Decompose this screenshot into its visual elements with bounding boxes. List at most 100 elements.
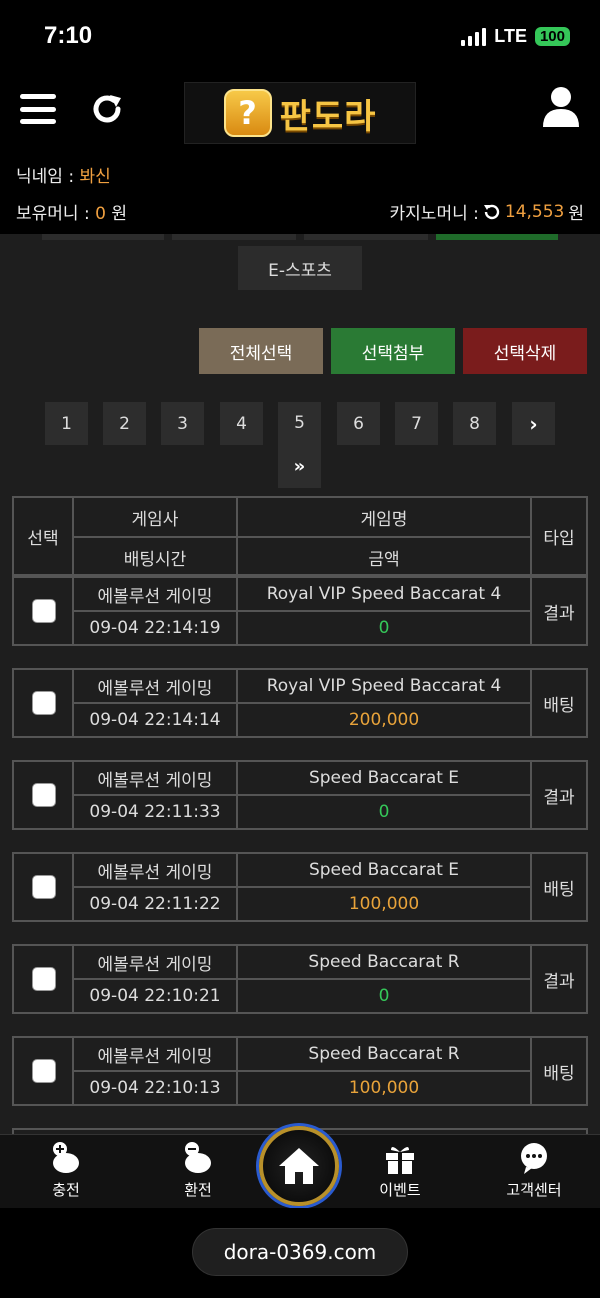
header-bet-time: 배팅시간 xyxy=(123,549,187,570)
attach-selected-button[interactable]: 선택첨부 xyxy=(331,328,455,374)
home-button[interactable] xyxy=(259,1126,339,1206)
casino-money-value: 14,553 xyxy=(504,201,565,222)
row-time: 09-04 22:14:19 xyxy=(89,618,221,638)
piggy-minus-icon xyxy=(185,1142,211,1173)
casino-refresh-icon[interactable] xyxy=(483,203,501,221)
gift-icon xyxy=(386,1146,414,1174)
table-row: 에볼루션 게이밍 09-04 22:14:14 Royal VIP Speed … xyxy=(12,668,588,738)
casino-money-row: 카지노머니 : 14,553 원 xyxy=(389,199,584,225)
row-provider: 에볼루션 게이밍 xyxy=(97,1046,213,1067)
row-type: 결과 xyxy=(543,971,575,992)
row-amount: 0 xyxy=(378,618,390,638)
nav-events[interactable]: 이벤트 xyxy=(340,1141,460,1200)
row-checkbox[interactable] xyxy=(32,691,56,715)
row-checkbox[interactable] xyxy=(32,967,56,991)
header-game: 게임명 xyxy=(360,509,408,530)
row-amount: 100,000 xyxy=(348,1078,420,1098)
user-profile-icon[interactable] xyxy=(542,86,580,128)
logo-text: 판도라 xyxy=(279,96,377,137)
row-provider: 에볼루션 게이밍 xyxy=(97,678,213,699)
table-row: 에볼루션 게이밍 09-04 22:10:21 Speed Baccarat R… xyxy=(12,944,588,1014)
table-row: 에볼루션 게이밍 09-04 22:11:33 Speed Baccarat E… xyxy=(12,760,588,830)
status-indicators: LTE 100 xyxy=(461,26,570,47)
nav-exchange[interactable]: 환전 xyxy=(138,1141,258,1200)
page-button[interactable]: 7 xyxy=(395,402,438,445)
row-type: 배팅 xyxy=(543,879,575,900)
url-bar[interactable]: dora-0369.com xyxy=(192,1228,408,1276)
status-time: 7:10 xyxy=(44,22,93,49)
row-amount: 0 xyxy=(378,802,390,822)
row-time: 09-04 22:10:21 xyxy=(89,986,221,1006)
logo-question-icon: ? xyxy=(223,89,272,137)
row-game: Royal VIP Speed Baccarat 4 xyxy=(266,676,502,696)
row-provider: 에볼루션 게이밍 xyxy=(97,770,213,791)
holding-money-row: 보유머니 : 0 원 xyxy=(16,199,127,224)
pandora-logo[interactable]: ? 판도라 xyxy=(184,82,416,144)
header-provider: 게임사 xyxy=(131,509,179,530)
status-bar: 7:10 LTE 100 xyxy=(0,0,600,78)
row-type: 배팅 xyxy=(543,1063,575,1084)
tab-esports[interactable]: E-스포츠 xyxy=(238,246,362,290)
table-row: 에볼루션 게이밍 09-04 22:14:19 Royal VIP Speed … xyxy=(12,576,588,646)
page-button[interactable]: 3 xyxy=(161,402,204,445)
delete-selected-button[interactable]: 선택삭제 xyxy=(463,328,587,374)
row-game: Speed Baccarat R xyxy=(308,952,460,972)
nav-support-label: 고객센터 xyxy=(506,1181,562,1199)
signal-icon xyxy=(461,27,487,46)
page-button[interactable]: 4 xyxy=(220,402,263,445)
row-game: Speed Baccarat R xyxy=(308,1044,460,1064)
row-provider: 에볼루션 게이밍 xyxy=(97,586,213,607)
row-provider: 에볼루션 게이밍 xyxy=(97,862,213,883)
nav-events-label: 이벤트 xyxy=(379,1181,421,1199)
nickname-value: 봐신 xyxy=(79,167,111,187)
row-amount: 200,000 xyxy=(348,710,420,730)
header-amount: 금액 xyxy=(368,549,400,570)
browser-url-area: dora-0369.com xyxy=(0,1208,600,1298)
select-all-button[interactable]: 전체선택 xyxy=(199,328,323,374)
category-tab-stubs xyxy=(0,234,600,240)
row-checkbox[interactable] xyxy=(32,783,56,807)
home-icon xyxy=(279,1148,319,1184)
table-row: 에볼루션 게이밍 09-04 22:11:22 Speed Baccarat E… xyxy=(12,852,588,922)
row-provider: 에볼루션 게이밍 xyxy=(97,954,213,975)
refresh-icon[interactable] xyxy=(90,92,124,126)
nav-charge-label: 충전 xyxy=(52,1181,80,1199)
row-time: 09-04 22:11:33 xyxy=(89,802,221,822)
nickname-label: 닉네임 : xyxy=(16,167,80,187)
page-button[interactable]: 1 xyxy=(45,402,88,445)
casino-money-label: 카지노머니 : xyxy=(389,204,479,224)
row-type: 배팅 xyxy=(543,695,575,716)
next-page-chevron-icon[interactable]: › xyxy=(512,402,555,445)
row-time: 09-04 22:11:22 xyxy=(89,894,221,914)
row-checkbox[interactable] xyxy=(32,1059,56,1083)
nickname-row: 닉네임 : 봐신 xyxy=(16,162,111,187)
network-label: LTE xyxy=(494,26,527,46)
row-type: 결과 xyxy=(543,787,575,808)
row-time: 09-04 22:10:13 xyxy=(89,1078,221,1098)
row-time: 09-04 22:14:14 xyxy=(89,710,221,730)
page-button[interactable]: 6 xyxy=(337,402,380,445)
piggy-plus-icon xyxy=(53,1142,79,1173)
battery-indicator: 100 xyxy=(534,27,570,46)
nav-charge[interactable]: 충전 xyxy=(6,1141,126,1200)
last-page-double-chevron-icon[interactable]: » xyxy=(278,445,321,488)
page-button[interactable]: 8 xyxy=(453,402,496,445)
page-button[interactable]: 2 xyxy=(103,402,146,445)
row-game: Speed Baccarat E xyxy=(308,768,460,788)
row-checkbox[interactable] xyxy=(32,599,56,623)
table-row: 에볼루션 게이밍 09-04 22:10:13 Speed Baccarat R… xyxy=(12,1036,588,1106)
header-select: 선택 xyxy=(27,528,59,549)
row-game: Royal VIP Speed Baccarat 4 xyxy=(266,584,502,604)
nav-exchange-label: 환전 xyxy=(184,1181,212,1199)
row-amount: 100,000 xyxy=(348,894,420,914)
table-header: 선택 게임사 배팅시간 게임명 금액 타입 xyxy=(12,496,588,576)
row-checkbox[interactable] xyxy=(32,875,56,899)
row-type: 결과 xyxy=(543,603,575,624)
support-chat-icon xyxy=(521,1143,547,1174)
row-amount: 0 xyxy=(378,986,390,1006)
nav-support[interactable]: 고객센터 xyxy=(474,1141,594,1200)
header-type: 타입 xyxy=(543,528,575,549)
holding-money-unit: 원 xyxy=(105,204,127,224)
casino-money-unit: 원 xyxy=(568,204,584,224)
hamburger-menu-icon[interactable] xyxy=(20,94,56,124)
